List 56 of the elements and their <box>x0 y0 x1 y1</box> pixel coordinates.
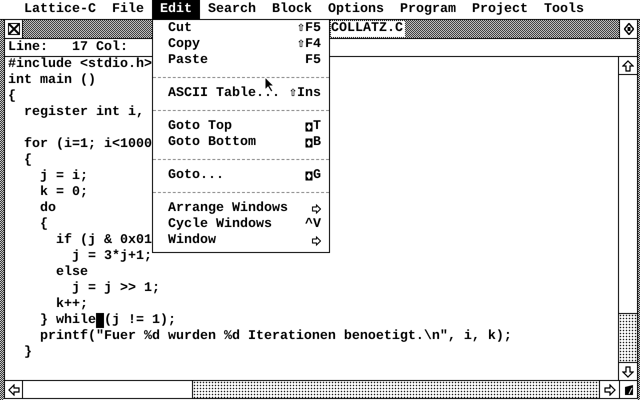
code-line: j = 3*j+1; <box>70 249 152 265</box>
code-line: do <box>38 201 56 217</box>
code-line: k++; <box>54 297 88 313</box>
menu-title[interactable]: Edit <box>152 0 200 19</box>
code-line: j = i; <box>38 169 88 185</box>
shortcut-text: ^V <box>305 217 321 233</box>
code-line: printf("Fuer %d wurden %d Iterationen benoetigt.\n", i, k); <box>38 329 512 345</box>
menu-entry[interactable]: Cycle Windows <box>168 217 272 233</box>
submenu-arrow-icon <box>312 236 321 246</box>
menu-title[interactable]: Lattice-C <box>16 0 104 19</box>
scroll-right-button[interactable] <box>599 381 619 398</box>
code-line: } <box>22 345 32 361</box>
menu-entry[interactable]: Goto Bottom <box>168 135 256 151</box>
code-line: #include <stdio.h> <box>8 57 152 73</box>
scroll-left-button[interactable] <box>5 381 23 398</box>
code-line: for (i=1; i<1000 <box>22 137 152 153</box>
menu-title[interactable]: Options <box>320 0 392 19</box>
scroll-down-button[interactable] <box>619 362 637 380</box>
menu-title[interactable]: Tools <box>536 0 592 19</box>
menu-entry[interactable]: Cut <box>168 21 192 37</box>
fuller-icon[interactable] <box>619 20 637 38</box>
shortcut-text: ⇧F4 <box>296 37 321 53</box>
code-line: if (j & 0x01 <box>54 233 152 249</box>
menu-entry[interactable]: Copy <box>168 37 200 53</box>
code-line: (j != 1); <box>104 313 176 329</box>
menu-entry[interactable]: ASCII Table... <box>168 86 280 102</box>
code-line: { <box>8 89 16 105</box>
text-cursor <box>96 313 104 328</box>
window-title: COLLATZ.C <box>331 21 405 37</box>
code-line: int main () <box>8 73 96 89</box>
scroll-up-button[interactable] <box>619 57 637 75</box>
shortcut-text: G <box>313 168 321 184</box>
menu-title[interactable]: Block <box>264 0 320 19</box>
code-line: { <box>38 217 48 233</box>
menu-title[interactable]: Project <box>464 0 536 19</box>
menu-entry[interactable]: Paste <box>168 53 208 69</box>
menu-title[interactable]: Program <box>392 0 464 19</box>
shortcut-text: T <box>313 119 321 135</box>
code-line: else <box>54 265 88 281</box>
menu-title[interactable]: File <box>104 0 152 19</box>
menu-entry[interactable]: Goto... <box>168 168 224 184</box>
code-line: k = 0; <box>38 185 88 201</box>
menu-entry[interactable]: Arrange Windows <box>168 201 288 217</box>
menu-title[interactable]: Search <box>200 0 264 19</box>
submenu-arrow-icon <box>312 204 321 214</box>
code-line: } while <box>38 313 96 329</box>
info-line: Line: 17 Col: <box>8 40 128 55</box>
code-line: j = j >> 1; <box>70 281 160 297</box>
menu-entry[interactable]: Goto Top <box>168 119 232 135</box>
code-line: { <box>22 153 32 169</box>
shortcut-text: ⇧F5 <box>296 21 321 37</box>
shortcut-text: F5 <box>305 53 321 69</box>
code-line: register int i, <box>22 105 144 121</box>
menu-entry[interactable]: Window <box>168 233 216 249</box>
shortcut-text: B <box>313 135 321 151</box>
shortcut-text: ⇧Ins <box>288 86 321 102</box>
